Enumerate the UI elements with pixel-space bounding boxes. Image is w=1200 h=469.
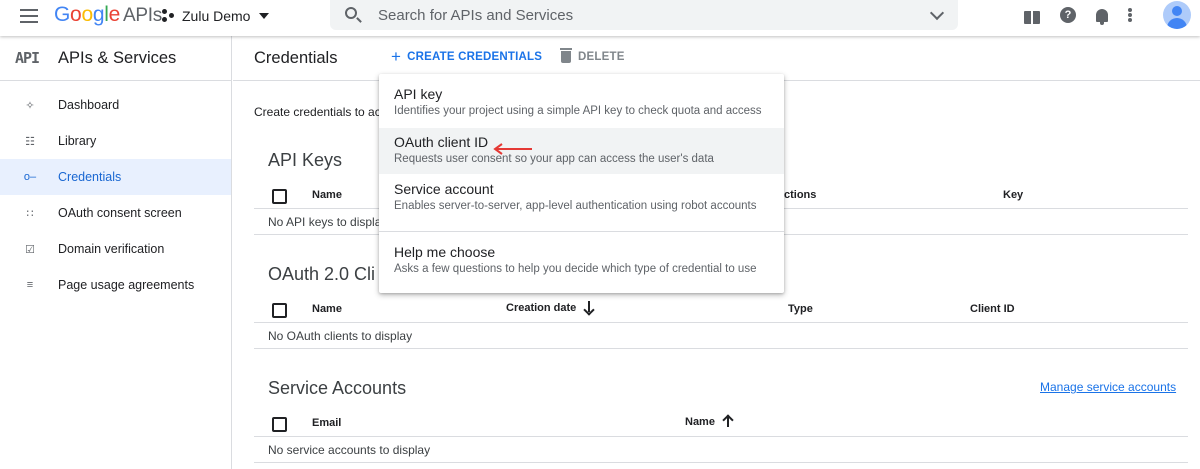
- api-logo-icon: API: [15, 49, 40, 67]
- empty-message: No API keys to displa: [268, 215, 382, 229]
- menu-icon[interactable]: [20, 9, 38, 23]
- column-header-key[interactable]: Key: [1003, 189, 1023, 201]
- chevron-down-icon[interactable]: [929, 5, 945, 21]
- search-icon: [345, 7, 357, 19]
- select-all-checkbox[interactable]: [272, 303, 287, 318]
- search-bar[interactable]: [330, 0, 958, 30]
- settings-list-icon: ≡: [26, 279, 34, 291]
- page-title: Credentials: [254, 48, 338, 67]
- delete-button[interactable]: DELETE: [560, 48, 625, 63]
- create-credentials-menu: API key Identifies your project using a …: [379, 74, 784, 293]
- menu-item-help-me-choose[interactable]: Help me choose Asks a few questions to h…: [379, 238, 784, 284]
- sidebar-item-dashboard[interactable]: ✧ Dashboard: [0, 87, 231, 123]
- column-header-email[interactable]: Email: [312, 417, 341, 429]
- sidebar-item-label: Dashboard: [58, 98, 120, 112]
- sidebar-item-label: Page usage agreements: [58, 278, 195, 292]
- empty-message: No OAuth clients to display: [268, 329, 413, 343]
- column-header-creation-date[interactable]: Creation date: [506, 301, 594, 314]
- column-header-name[interactable]: Name: [685, 415, 733, 428]
- sidebar-item-page-usage[interactable]: ≡ Page usage agreements: [0, 267, 231, 303]
- sidebar-title: APIs & Services: [58, 48, 177, 67]
- menu-item-service-account[interactable]: Service account Enables server-to-server…: [379, 175, 784, 221]
- menu-item-title: OAuth client ID: [394, 134, 489, 150]
- arrow-up-icon: [723, 415, 733, 427]
- sidebar: API APIs & Services ✧ Dashboard ☷ Librar…: [0, 36, 232, 469]
- menu-item-oauth-client-id[interactable]: OAuth client ID Requests user consent so…: [379, 128, 784, 174]
- menu-item-api-key[interactable]: API key Identifies your project using a …: [379, 80, 784, 126]
- avatar[interactable]: [1163, 1, 1191, 29]
- key-icon: o–: [23, 171, 37, 183]
- table-empty-row: No OAuth clients to display: [254, 323, 1188, 349]
- google-apis-logo[interactable]: Google APIs: [54, 3, 162, 27]
- menu-item-title: Service account: [394, 181, 494, 197]
- intro-text: Create credentials to ac: [254, 105, 381, 119]
- service-accounts-table: Email Name No service accounts to displa…: [254, 409, 1188, 463]
- sidebar-item-label: Domain verification: [58, 242, 165, 256]
- dashboard-icon: ✧: [25, 99, 35, 112]
- logo-google: Google: [54, 3, 120, 26]
- annotation-arrow-icon: [493, 143, 532, 155]
- delete-label: DELETE: [578, 51, 625, 63]
- select-all-checkbox[interactable]: [272, 189, 287, 204]
- menu-item-description: Asks a few questions to help you decide …: [394, 263, 757, 275]
- arrow-down-icon: [584, 301, 594, 313]
- column-header-type[interactable]: Type: [788, 303, 813, 315]
- notifications-icon[interactable]: [1096, 9, 1108, 25]
- select-all-checkbox[interactable]: [272, 417, 287, 432]
- project-selector[interactable]: Zulu Demo: [162, 8, 270, 24]
- column-header-label: Creation date: [506, 302, 577, 314]
- oauth-clients-table: Name Creation date Type Client ID No OAu…: [254, 295, 1188, 349]
- top-app-bar: GoogleAPIs Zulu Demo ?: [0, 0, 1200, 36]
- column-header-client-id[interactable]: Client ID: [970, 303, 1015, 315]
- caret-down-icon: [259, 13, 270, 19]
- table-empty-row: No service accounts to display: [254, 437, 1188, 463]
- menu-item-description: Identifies your project using a simple A…: [394, 105, 762, 117]
- api-keys-title: API Keys: [268, 150, 343, 170]
- column-header-label: Name: [685, 416, 715, 428]
- menu-divider: [379, 231, 784, 232]
- search-input[interactable]: [378, 4, 918, 26]
- create-credentials-button[interactable]: + CREATE CREDENTIALS: [391, 47, 543, 66]
- service-accounts-title: Service Accounts: [268, 378, 407, 398]
- plus-icon: +: [391, 47, 402, 66]
- table-header: Name Creation date Type Client ID: [254, 295, 1188, 323]
- project-icon: [162, 9, 176, 23]
- gift-icon[interactable]: [1024, 10, 1040, 24]
- sidebar-item-label: OAuth consent screen: [58, 206, 182, 220]
- manage-service-accounts-link[interactable]: Manage service accounts: [1040, 380, 1176, 394]
- logo-apis: APIs: [122, 5, 162, 26]
- column-header-name[interactable]: Name: [312, 303, 342, 315]
- more-vert-icon[interactable]: [1128, 8, 1132, 22]
- consent-icon: ∷: [26, 207, 34, 220]
- help-icon[interactable]: ?: [1060, 7, 1076, 23]
- sidebar-item-domain-verification[interactable]: ☑ Domain verification: [0, 231, 231, 267]
- oauth-clients-title: OAuth 2.0 Cli: [268, 264, 376, 284]
- sidebar-item-credentials[interactable]: o– Credentials: [0, 159, 231, 195]
- column-header-restrictions[interactable]: ctions: [784, 189, 816, 201]
- create-credentials-label: CREATE CREDENTIALS: [407, 51, 543, 63]
- project-name: Zulu Demo: [182, 8, 251, 24]
- empty-message: No service accounts to display: [268, 443, 431, 457]
- library-icon: ☷: [25, 135, 35, 148]
- trash-icon: [560, 48, 572, 63]
- menu-item-title: Help me choose: [394, 244, 496, 260]
- sidebar-item-label: Credentials: [58, 170, 122, 184]
- column-header-name[interactable]: Name: [312, 189, 342, 201]
- sidebar-item-library[interactable]: ☷ Library: [0, 123, 231, 159]
- menu-item-title: API key: [394, 86, 443, 102]
- menu-item-description: Enables server-to-server, app-level auth…: [394, 200, 757, 212]
- table-header: Email Name: [254, 409, 1188, 437]
- checkbox-icon: ☑: [25, 243, 35, 256]
- menu-item-description: Requests user consent so your app can ac…: [394, 153, 714, 165]
- sidebar-item-label: Library: [58, 134, 97, 148]
- sidebar-header: API APIs & Services: [0, 36, 231, 81]
- sidebar-item-oauth-consent[interactable]: ∷ OAuth consent screen: [0, 195, 231, 231]
